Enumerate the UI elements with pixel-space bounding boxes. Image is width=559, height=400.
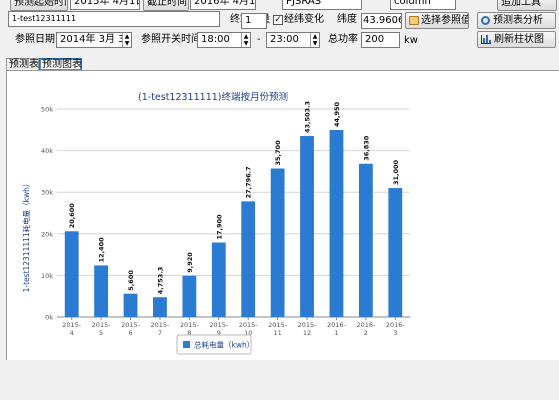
- time-range-dash: -: [257, 34, 261, 45]
- switch-start-spinner[interactable]: ▲ ▼: [241, 33, 250, 47]
- search-icon: [481, 16, 490, 25]
- end-date-picker[interactable]: 2016年 4月1日: [190, 0, 256, 10]
- latitude-input[interactable]: 43.96062: [361, 13, 402, 29]
- total-power-unit: kw: [404, 35, 418, 46]
- y-tick-label: 30k: [41, 189, 53, 197]
- bar[interactable]: [182, 275, 197, 317]
- y-tick-label: 40k: [41, 147, 53, 155]
- forecast-analysis-button[interactable]: 预测表分析: [477, 12, 556, 29]
- switch-end-spinner[interactable]: ▲ ▼: [310, 33, 319, 47]
- bar-value-label: 9,920: [186, 252, 194, 273]
- chart-type-combo[interactable]: column: [390, 0, 456, 10]
- bar-value-label: 27,796.7: [245, 166, 253, 198]
- ref-date-picker[interactable]: 2014年 3月 3日 ▲ ▼: [56, 32, 132, 48]
- ref-switch-time-label: 参照开关时间: [141, 34, 201, 45]
- switch-start-input[interactable]: 18:00 ▲ ▼: [197, 32, 251, 48]
- ref-date-spinner[interactable]: ▲ ▼: [122, 33, 131, 47]
- x-axis-ticks: 2015-42015-52015-62015-72015-82015-92015…: [62, 317, 405, 337]
- bar[interactable]: [211, 242, 226, 317]
- terminal-count-input[interactable]: 1: [241, 13, 267, 29]
- y-tick-label: 20k: [41, 230, 53, 238]
- x-tick-label: 6: [128, 329, 132, 337]
- y-tick-label: 50k: [41, 106, 53, 114]
- bar[interactable]: [270, 168, 285, 317]
- y-axis-title: 1-test12311111耗电量（kwh）: [21, 180, 31, 293]
- x-tick-label: 7: [158, 329, 162, 337]
- y-tick-label: 0k: [45, 314, 53, 322]
- latlng-checkbox-label: 经纬变化: [284, 14, 324, 25]
- switch-end-input[interactable]: 23:00 ▲ ▼: [266, 32, 320, 48]
- x-tick-label: 2015-: [298, 321, 318, 329]
- start-time-button[interactable]: 预测起始时间: [10, 0, 68, 11]
- x-tick-label: 3: [393, 329, 397, 337]
- append-tool-button[interactable]: 追加工具: [497, 0, 557, 11]
- start-date-picker[interactable]: 2015年 4月1日: [70, 0, 140, 10]
- x-tick-label: 2016-: [327, 321, 347, 329]
- x-tick-label: 2015-: [268, 321, 288, 329]
- bar-value-label: 43,503.3: [304, 101, 312, 133]
- legend-label: 总耗电量（kwh）: [194, 340, 254, 350]
- x-tick-label: 2016-: [356, 321, 376, 329]
- bar-value-label: 35,700: [274, 140, 282, 166]
- bar-value-label: 5,600: [127, 270, 135, 291]
- ref-icon: [409, 16, 419, 25]
- refresh-chart-button[interactable]: 刷新柱状图: [477, 31, 556, 48]
- bar-series: 20,600 12,400 5,600 4,753.3 9,920 17,900 27,79…: [64, 101, 403, 317]
- ref-date-label: 参照日期: [15, 34, 55, 45]
- end-time-button[interactable]: 截止时间: [143, 0, 189, 11]
- bar-value-label: 17,900: [215, 214, 223, 240]
- y-tick-label: 10k: [41, 272, 53, 280]
- x-tick-label: 2015-: [209, 321, 229, 329]
- x-tick-label: 5: [99, 329, 103, 337]
- bar-value-label: 4,753.3: [156, 267, 164, 295]
- bar[interactable]: [300, 136, 314, 317]
- bar[interactable]: [241, 201, 256, 317]
- latlng-checkbox[interactable]: ✓: [273, 15, 283, 25]
- x-tick-label: 2016-: [386, 321, 406, 329]
- tab-forecast-chart[interactable]: 预测图表: [39, 58, 82, 70]
- bar[interactable]: [153, 297, 167, 317]
- bar-value-label: 31,000: [392, 159, 400, 185]
- legend-swatch: [183, 341, 190, 348]
- x-tick-label: 2015-: [121, 321, 141, 329]
- bar[interactable]: [388, 188, 403, 317]
- device-type-combo[interactable]: PJSRAS: [282, 0, 362, 10]
- bar-value-label: 12,400: [98, 237, 106, 263]
- bar-chart-icon: [481, 35, 491, 44]
- bar[interactable]: [329, 130, 344, 317]
- x-tick-label: 11: [273, 329, 281, 337]
- x-tick-label: 2015-: [239, 321, 259, 329]
- x-tick-label: 12: [303, 329, 311, 337]
- total-power-label: 总功率: [328, 34, 358, 45]
- x-tick-label: 2: [364, 329, 368, 337]
- latitude-label: 纬度: [337, 14, 357, 25]
- bar[interactable]: [94, 265, 109, 317]
- bar[interactable]: [64, 231, 79, 317]
- bar-value-label: 36,830: [362, 135, 370, 161]
- x-tick-label: 2015-: [151, 321, 171, 329]
- chart-panel: (1-test12311111)终端按月份预测 1-test12311111耗电…: [6, 70, 559, 360]
- select-ref-button[interactable]: 选择参照值: [405, 12, 469, 29]
- x-tick-label: 4: [70, 329, 74, 337]
- x-tick-label: 2015-: [92, 321, 112, 329]
- chart-title: (1-test12311111)终端按月份预测: [138, 91, 288, 103]
- device-id-input[interactable]: 1-test12311111: [8, 11, 220, 27]
- x-tick-label: 2015-: [180, 321, 200, 329]
- x-tick-label: 2015-: [62, 321, 82, 329]
- tab-forecast-table[interactable]: 预测表: [6, 58, 39, 70]
- legend[interactable]: 总耗电量（kwh）: [176, 334, 254, 355]
- bar[interactable]: [358, 163, 373, 317]
- total-power-input[interactable]: 200: [361, 32, 400, 48]
- y-axis-ticks: 0k 10k 20k 30k 40k 50k: [41, 106, 53, 322]
- bar-chart: (1-test12311111)终端按月份预测 1-test12311111耗电…: [21, 91, 410, 355]
- bar-value-label: 44,950: [333, 101, 341, 127]
- gridlines: [57, 108, 410, 318]
- x-tick-label: 1: [334, 329, 338, 337]
- bar-value-label: 20,600: [68, 203, 76, 229]
- bar[interactable]: [123, 293, 138, 317]
